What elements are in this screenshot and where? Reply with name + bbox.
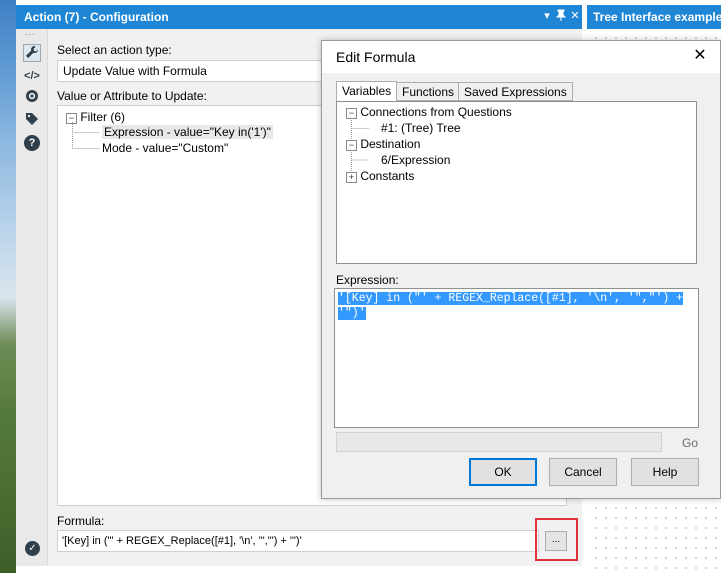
config-panel-header: Action (7) - Configuration ▾ ✕ bbox=[16, 5, 582, 29]
background-photo bbox=[0, 0, 16, 573]
expression-label: Expression: bbox=[336, 273, 399, 287]
tree-node-destination[interactable]: − Destination bbox=[346, 137, 420, 151]
action-type-select[interactable]: Update Value with Formula bbox=[57, 60, 327, 82]
tab-functions[interactable]: Functions bbox=[396, 82, 461, 101]
formula-field[interactable]: '[Key] in ("' + REGEX_Replace([#1], '\n'… bbox=[57, 530, 539, 552]
code-icon[interactable]: </> bbox=[23, 67, 41, 85]
tree-node-expression[interactable]: Expression - value="Key in('1')" bbox=[102, 125, 273, 139]
toolstrip: ··· </> ? bbox=[16, 29, 48, 566]
dialog-title: Edit Formula bbox=[336, 49, 416, 65]
tree-node-connections[interactable]: − Connections from Questions bbox=[346, 105, 512, 119]
help-icon[interactable]: ? bbox=[24, 135, 40, 151]
close-icon[interactable]: ✕ bbox=[690, 46, 710, 66]
tag-icon[interactable] bbox=[23, 112, 41, 130]
tree-node-label: 6/Expression bbox=[381, 153, 451, 167]
config-panel-title: Action (7) - Configuration bbox=[24, 10, 169, 24]
collapse-icon[interactable]: − bbox=[346, 108, 357, 119]
wrench-icon[interactable] bbox=[23, 44, 41, 62]
dialog-titlebar: Edit Formula ✕ bbox=[322, 41, 720, 73]
tree-connector-lines bbox=[72, 122, 100, 149]
expression-line: '[Key] in ("' + REGEX_Replace([#1], '\n'… bbox=[338, 292, 684, 305]
go-button[interactable]: Go bbox=[682, 436, 698, 450]
tab-variables[interactable]: Variables bbox=[336, 81, 398, 102]
edit-formula-dialog: Edit Formula ✕ Variables Functions Saved… bbox=[321, 40, 721, 499]
tree-node-label: Mode - value="Custom" bbox=[102, 141, 229, 155]
expression-editor[interactable]: '[Key] in ("' + REGEX_Replace([#1], '\n'… bbox=[334, 288, 699, 428]
target-icon[interactable] bbox=[23, 89, 41, 107]
action-type-label: Select an action type: bbox=[57, 43, 172, 57]
highlight-box bbox=[535, 518, 578, 561]
help-button[interactable]: Help bbox=[631, 458, 699, 486]
tree-node-label: Connections from Questions bbox=[360, 105, 512, 119]
status-check-icon: ✓ bbox=[25, 541, 40, 556]
close-icon[interactable]: ✕ bbox=[568, 9, 582, 23]
cancel-button[interactable]: Cancel bbox=[549, 458, 617, 486]
toolstrip-grip: ··· bbox=[25, 29, 35, 40]
formula-label: Formula: bbox=[57, 514, 105, 528]
go-input[interactable] bbox=[336, 432, 662, 452]
tree-interface-header: Tree Interface example P bbox=[587, 5, 721, 29]
dropdown-icon[interactable]: ▾ bbox=[540, 9, 554, 23]
tree-node-constants[interactable]: + Constants bbox=[346, 169, 414, 183]
pin-icon[interactable] bbox=[554, 9, 568, 23]
expression-line: '")' bbox=[338, 307, 366, 320]
tree-interface-title: Tree Interface example P bbox=[593, 10, 721, 24]
tree-node-label: Expression - value="Key in('1')" bbox=[104, 125, 271, 139]
variables-tree: − Connections from Questions #1: (Tree) … bbox=[336, 101, 697, 264]
tree-node-label: #1: (Tree) Tree bbox=[381, 121, 461, 135]
tree-node-label: Destination bbox=[360, 137, 421, 151]
tree-node-label: Constants bbox=[360, 169, 415, 183]
tab-saved-expressions[interactable]: Saved Expressions bbox=[458, 82, 573, 101]
tree-node-tree-question[interactable]: #1: (Tree) Tree bbox=[381, 121, 461, 135]
tree-node-mode[interactable]: Mode - value="Custom" bbox=[102, 141, 228, 155]
expression-text: '[Key] in ("' + REGEX_Replace([#1], '\n'… bbox=[338, 291, 694, 321]
tree-node-expression-dest[interactable]: 6/Expression bbox=[381, 153, 450, 167]
collapse-icon[interactable]: − bbox=[346, 140, 357, 151]
expand-icon[interactable]: + bbox=[346, 172, 357, 183]
value-to-update-label: Value or Attribute to Update: bbox=[57, 89, 207, 103]
ok-button[interactable]: OK bbox=[469, 458, 537, 486]
